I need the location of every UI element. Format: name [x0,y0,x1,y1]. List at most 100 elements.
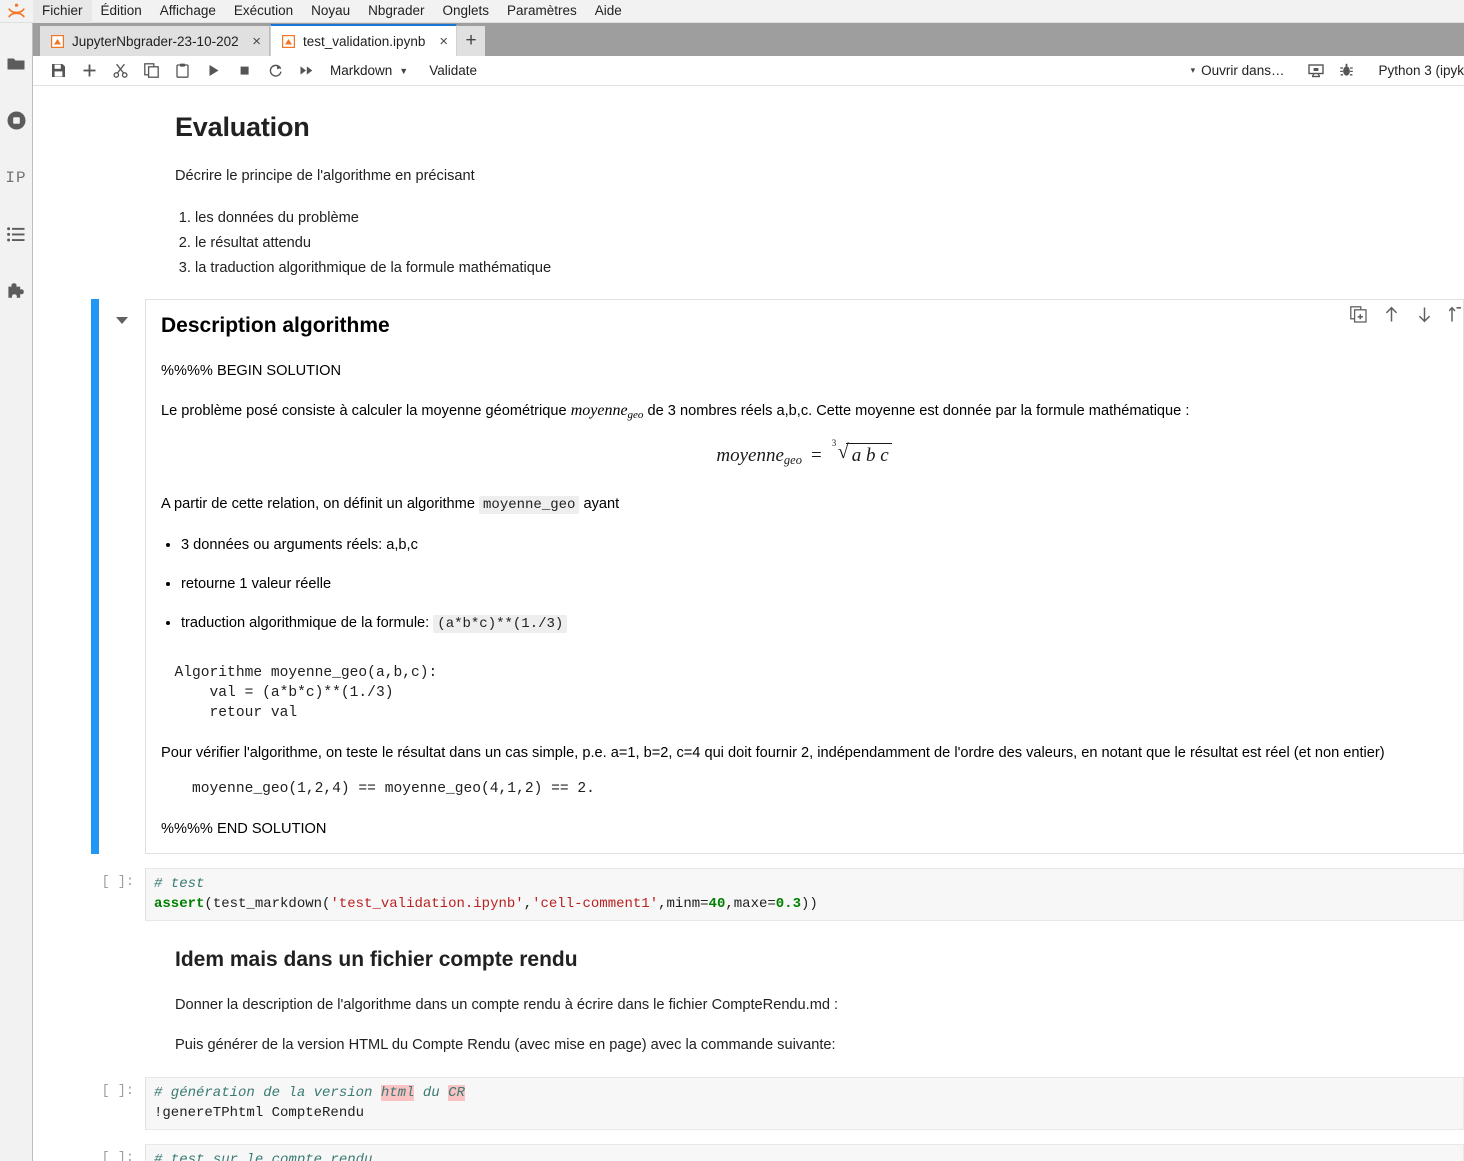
git-icon [1308,63,1324,78]
sidebar-item-extension-manager[interactable] [0,263,33,320]
plus-icon [82,63,97,78]
paste-cell-button[interactable] [167,57,198,85]
tab-close-button[interactable]: × [252,34,261,49]
list-item: la traduction algorithmique de la formul… [195,256,1450,281]
code-cell-test-markdown[interactable]: [ ]: # test assert(test_markdown('test_v… [33,868,1464,921]
run-cell-button[interactable] [198,57,229,85]
save-icon [51,63,66,78]
code-editor[interactable]: # test sur le compte rendu assert(test_m… [145,1144,1464,1161]
notebook-icon [282,35,295,48]
toolbar-right-group: ▾ Ouvrir dans… [1191,57,1464,85]
algorithm-properties-list: 3 données ou arguments réels: a,b,c reto… [157,535,1451,634]
page-title: Evaluation [175,110,1450,144]
interrupt-kernel-button[interactable] [229,57,260,85]
tab-close-button[interactable]: × [439,34,448,49]
code-content: # génération de la version html du CR !g… [154,1083,1455,1123]
sidebar-item-table-of-contents[interactable] [0,206,33,263]
section2-paragraph-1: Donner la description de l'algorithme da… [175,995,1450,1015]
algo-def-part1: A partir de cette relation, on définit u… [161,496,475,512]
restart-run-all-button[interactable] [291,57,322,85]
sidebar-item-command-palette[interactable]: IP [0,149,33,206]
problem-paragraph-part2: de 3 nombres réels a,b,c. Cette moyenne … [648,403,1190,419]
debugger-button[interactable] [1331,57,1362,85]
algo-def-part2: ayant [584,496,620,512]
open-in-button[interactable]: ▾ Ouvrir dans… [1191,63,1285,78]
end-solution-marker: %%%% END SOLUTION [161,819,1451,839]
requirements-list: les données du problème le résultat atte… [175,206,1450,281]
problem-paragraph: Le problème posé consiste à calculer la … [161,401,1451,425]
stop-square-icon [237,63,252,78]
algorithm-pseudocode: Algorithme moyenne_geo(a,b,c): val = (a*… [157,663,1451,723]
menu-item-fichier[interactable]: Fichier [33,0,92,23]
inline-code-formula: (a*b*c)**(1./3) [433,615,567,633]
menu-item-execution[interactable]: Exécution [225,0,302,23]
sidebar-item-file-browser[interactable] [0,35,33,92]
cell-selection-bar [91,299,99,854]
play-icon [206,63,221,78]
sidebar-item-running-kernels[interactable] [0,92,33,149]
inline-math-moyenne-geo: moyennegeo [571,402,644,419]
restart-icon [268,63,283,78]
intro-markdown-cell[interactable]: Evaluation Décrire le principe de l'algo… [33,110,1464,281]
jupyter-logo-icon [0,0,33,23]
left-sidebar: IP [0,23,33,1161]
markdown-cell-body[interactable]: Description algorithme %%%% BEGIN SOLUTI… [145,299,1464,854]
cell-collapse-button[interactable] [99,299,145,854]
problem-paragraph-part1: Le problème posé consiste à calculer la … [161,403,567,419]
validate-button[interactable]: Validate [429,63,477,78]
menu-item-nbgrader[interactable]: Nbgrader [359,0,433,23]
code-cell-generate-html[interactable]: [ ]: # génération de la version html du … [33,1077,1464,1130]
tab-jupyternbgrader[interactable]: JupyterNbgrader-23-10-202 × [40,26,270,56]
stop-circle-icon [7,111,26,130]
tab-test-validation[interactable]: test_validation.ipynb × [270,24,457,56]
list-icon [7,227,25,242]
list-item: traduction algorithmique de la formule: … [181,613,1451,634]
move-cell-down-icon[interactable] [1416,306,1433,323]
puzzle-piece-icon [6,282,26,302]
inline-code-moyenne-geo: moyenne_geo [479,496,579,514]
code-editor[interactable]: # test assert(test_markdown('test_valida… [145,868,1464,921]
folder-icon [7,56,25,71]
tab-bar: JupyterNbgrader-23-10-202 × test_validat… [33,23,1464,56]
cut-cell-button[interactable] [105,57,136,85]
radical-sign-icon: √ [838,441,849,464]
duplicate-cell-icon[interactable] [1350,306,1367,323]
tab-label: test_validation.ipynb [303,34,425,49]
cell-heading: Description algorithme [161,313,1451,339]
insert-cell-button[interactable] [74,57,105,85]
save-button[interactable] [43,57,74,85]
move-cell-up-icon[interactable] [1383,306,1400,323]
code-cell-test-compte-rendu[interactable]: [ ]: # test sur le compte rendu assert(t… [33,1144,1464,1161]
menu-item-parametres[interactable]: Paramètres [498,0,586,23]
bug-icon [1339,63,1354,78]
geometric-mean-formula: moyennegeo=3√a b c [157,443,1451,468]
notebook-icon [51,35,64,48]
insert-cell-above-icon[interactable] [1449,306,1461,323]
menu-item-affichage[interactable]: Affichage [151,0,225,23]
chevron-down-icon: ▼ [399,66,408,76]
cell-toolbar [1350,306,1463,323]
cell-type-selector[interactable]: Markdown ▼ [330,63,408,78]
formula-cube-root: 3√a b c [831,443,892,467]
cell-type-value: Markdown [330,63,392,78]
menu-item-aide[interactable]: Aide [586,0,631,23]
section2-markdown-cell[interactable]: Idem mais dans un fichier compte rendu D… [33,947,1464,1055]
menu-item-onglets[interactable]: Onglets [433,0,498,23]
app-body: IP [0,23,1464,1161]
menu-item-edition[interactable]: Édition [92,0,151,23]
jupyterlab-window: Fichier Édition Affichage Exécution Noya… [0,0,1464,1161]
intro-paragraph: Décrire le principe de l'algorithme en p… [175,166,1450,186]
chevron-down-icon: ▾ [1191,65,1196,76]
new-tab-button[interactable]: + [457,26,485,56]
selected-markdown-cell[interactable]: Description algorithme %%%% BEGIN SOLUTI… [33,299,1464,854]
git-button[interactable] [1300,57,1331,85]
notebook-scroll-area[interactable]: Evaluation Décrire le principe de l'algo… [33,86,1464,1161]
code-editor[interactable]: # génération de la version html du CR !g… [145,1077,1464,1130]
formula-equals: = [811,445,822,466]
cell-prompt: [ ]: [91,1077,145,1099]
list-item-label: traduction algorithmique de la formule: [181,615,429,631]
restart-kernel-button[interactable] [260,57,291,85]
copy-cell-button[interactable] [136,57,167,85]
menu-item-noyau[interactable]: Noyau [302,0,359,23]
kernel-indicator[interactable]: Python 3 (ipyk [1378,63,1464,78]
